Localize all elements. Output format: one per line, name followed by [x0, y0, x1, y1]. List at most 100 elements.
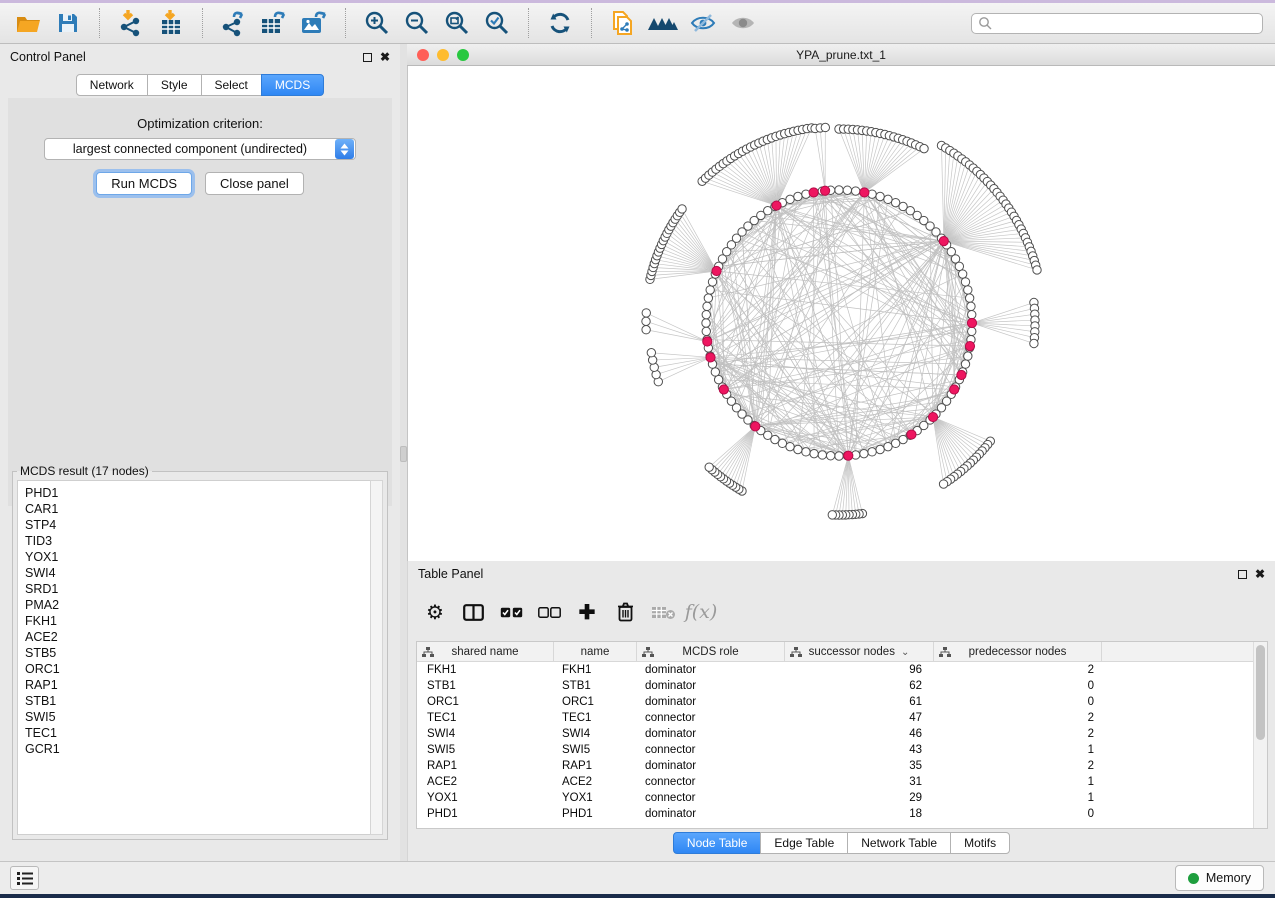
mcds-result-list[interactable]: PHD1CAR1STP4TID3YOX1SWI4SRD1PMA2FKH1ACE2… — [17, 480, 370, 835]
mcds-hub-node[interactable] — [703, 337, 712, 346]
mcds-hub-node[interactable] — [712, 266, 721, 275]
table-row[interactable]: ORC1ORC1dominator610 — [417, 694, 1253, 710]
ring-node[interactable] — [714, 375, 722, 383]
float-panel-icon[interactable] — [363, 53, 372, 62]
duplicate-network-icon[interactable] — [603, 7, 643, 39]
mcds-result-item[interactable]: CAR1 — [25, 501, 370, 517]
mcds-result-item[interactable]: SWI4 — [25, 565, 370, 581]
mcds-result-item[interactable]: YOX1 — [25, 549, 370, 565]
ring-node[interactable] — [786, 195, 794, 203]
table-scrollbar[interactable] — [1253, 642, 1267, 828]
ring-node[interactable] — [964, 352, 972, 360]
ring-node[interactable] — [703, 302, 711, 310]
table-row[interactable]: YOX1YOX1connector291 — [417, 790, 1253, 806]
memory-button[interactable]: Memory — [1175, 865, 1264, 891]
criterion-select[interactable]: largest connected component (undirected) — [44, 138, 356, 160]
mcds-result-item[interactable]: STP4 — [25, 517, 370, 533]
tab-mcds[interactable]: MCDS — [261, 74, 324, 96]
export-table-icon[interactable] — [254, 7, 294, 39]
column-header-successor-nodes[interactable]: successor nodes⌄ — [785, 642, 934, 662]
table-row[interactable]: ACE2ACE2connector311 — [417, 774, 1253, 790]
mcds-hub-node[interactable] — [957, 370, 966, 379]
ring-node[interactable] — [884, 195, 892, 203]
run-mcds-button[interactable]: Run MCDS — [96, 172, 192, 195]
table-row[interactable]: SWI5SWI5connector431 — [417, 742, 1253, 758]
export-network-icon[interactable] — [214, 7, 254, 39]
panel-divider[interactable] — [400, 44, 407, 861]
ring-node[interactable] — [706, 286, 714, 294]
ring-node[interactable] — [851, 187, 859, 195]
mcds-hub-node[interactable] — [967, 318, 976, 327]
close-panel-button[interactable]: Close panel — [205, 172, 304, 195]
ring-node[interactable] — [965, 294, 973, 302]
mcds-result-item[interactable]: PHD1 — [25, 485, 370, 501]
deselect-all-columns-icon[interactable] — [530, 594, 568, 630]
mcds-hub-node[interactable] — [772, 201, 781, 210]
ring-node[interactable] — [868, 448, 876, 456]
mcds-result-item[interactable]: PMA2 — [25, 597, 370, 613]
ring-node[interactable] — [702, 310, 710, 318]
satellite-node[interactable] — [705, 463, 713, 471]
table-row[interactable]: PHD1PHD1dominator180 — [417, 806, 1253, 822]
ring-node[interactable] — [810, 449, 818, 457]
ring-node[interactable] — [818, 451, 826, 459]
tab-node-table[interactable]: Node Table — [673, 832, 762, 854]
mcds-hub-node[interactable] — [809, 188, 818, 197]
split-columns-icon[interactable] — [454, 594, 492, 630]
mcds-hub-node[interactable] — [928, 412, 937, 421]
close-table-panel-icon[interactable]: ✖ — [1255, 568, 1265, 580]
ring-node[interactable] — [835, 452, 843, 460]
satellite-node[interactable] — [920, 144, 928, 152]
ring-node[interactable] — [835, 186, 843, 194]
delete-column-icon[interactable] — [606, 594, 644, 630]
ring-node[interactable] — [967, 302, 975, 310]
ring-node[interactable] — [794, 192, 802, 200]
column-header-MCDS-role[interactable]: MCDS role — [637, 642, 785, 662]
mcds-result-item[interactable]: TEC1 — [25, 725, 370, 741]
mcds-result-item[interactable]: SWI5 — [25, 709, 370, 725]
float-table-panel-icon[interactable] — [1238, 570, 1247, 579]
ring-node[interactable] — [961, 360, 969, 368]
ring-node[interactable] — [702, 327, 710, 335]
export-image-icon[interactable] — [294, 7, 334, 39]
ring-node[interactable] — [876, 445, 884, 453]
table-row[interactable]: FKH1FKH1dominator962 — [417, 662, 1253, 678]
ring-node[interactable] — [711, 368, 719, 376]
mcds-result-item[interactable]: TID3 — [25, 533, 370, 549]
ring-node[interactable] — [955, 262, 963, 270]
ring-node[interactable] — [702, 319, 710, 327]
network-canvas[interactable] — [407, 66, 1275, 561]
network-titlebar[interactable]: YPA_prune.txt_1 — [407, 44, 1275, 66]
task-history-button[interactable] — [10, 866, 39, 890]
tab-style[interactable]: Style — [147, 74, 202, 96]
satellite-node[interactable] — [678, 205, 686, 213]
table-row[interactable]: TEC1TEC1connector472 — [417, 710, 1253, 726]
mcds-hub-node[interactable] — [860, 188, 869, 197]
mcds-result-item[interactable]: RAP1 — [25, 677, 370, 693]
open-session-icon[interactable] — [8, 7, 48, 39]
satellite-node[interactable] — [828, 511, 836, 519]
delete-table-icon[interactable] — [644, 594, 682, 630]
tab-edge-table[interactable]: Edge Table — [760, 832, 848, 854]
ring-node[interactable] — [794, 445, 802, 453]
save-session-icon[interactable] — [48, 7, 88, 39]
mcds-hub-node[interactable] — [939, 237, 948, 246]
first-neighbors-icon[interactable] — [643, 7, 683, 39]
mcds-hub-node[interactable] — [719, 385, 728, 394]
satellite-node[interactable] — [1030, 339, 1038, 347]
mcds-result-item[interactable]: GCR1 — [25, 741, 370, 757]
mcds-hub-node[interactable] — [965, 341, 974, 350]
column-header-predecessor-nodes[interactable]: predecessor nodes — [934, 642, 1102, 662]
ring-node[interactable] — [964, 286, 972, 294]
zoom-fit-icon[interactable] — [437, 7, 477, 39]
satellite-node[interactable] — [642, 326, 650, 334]
import-network-icon[interactable] — [111, 7, 151, 39]
ring-node[interactable] — [961, 278, 969, 286]
ring-node[interactable] — [704, 294, 712, 302]
mcds-result-item[interactable]: ACE2 — [25, 629, 370, 645]
mcds-hub-node[interactable] — [751, 422, 760, 431]
mcds-result-item[interactable]: FKH1 — [25, 613, 370, 629]
function-builder-icon[interactable]: f(x) — [682, 594, 720, 630]
zoom-out-icon[interactable] — [397, 7, 437, 39]
table-row[interactable]: RAP1RAP1dominator352 — [417, 758, 1253, 774]
